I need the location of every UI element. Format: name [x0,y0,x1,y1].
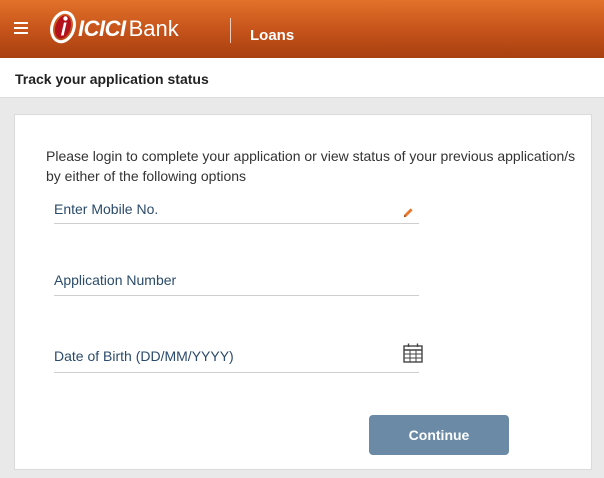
mobile-number-field[interactable]: Enter Mobile No. [54,195,419,224]
page-title: Track your application status [15,71,209,87]
section-title: Loans [250,27,295,44]
continue-button[interactable]: Continue [369,415,509,455]
date-of-birth-field[interactable]: Date of Birth (DD/MM/YYYY) [54,340,423,373]
application-number-label: Application Number [54,272,177,288]
header-divider [230,18,231,43]
date-of-birth-label: Date of Birth (DD/MM/YYYY) [54,348,234,364]
intro-text: Please login to complete your applicatio… [46,148,576,184]
logo-bank-text: Bank [128,16,179,41]
pencil-icon[interactable] [403,207,414,218]
calendar-icon[interactable] [403,343,423,363]
hamburger-menu-icon[interactable] [14,22,28,34]
application-number-field[interactable]: Application Number [54,265,419,296]
logo-brand-text: ICICI [78,16,126,41]
top-navbar: ICICI Bank Loans [0,0,604,58]
icici-emblem-icon [50,10,76,44]
page-subheader: Track your application status [0,58,604,98]
login-card: Please login to complete your applicatio… [14,114,592,470]
mobile-number-label: Enter Mobile No. [54,201,159,217]
